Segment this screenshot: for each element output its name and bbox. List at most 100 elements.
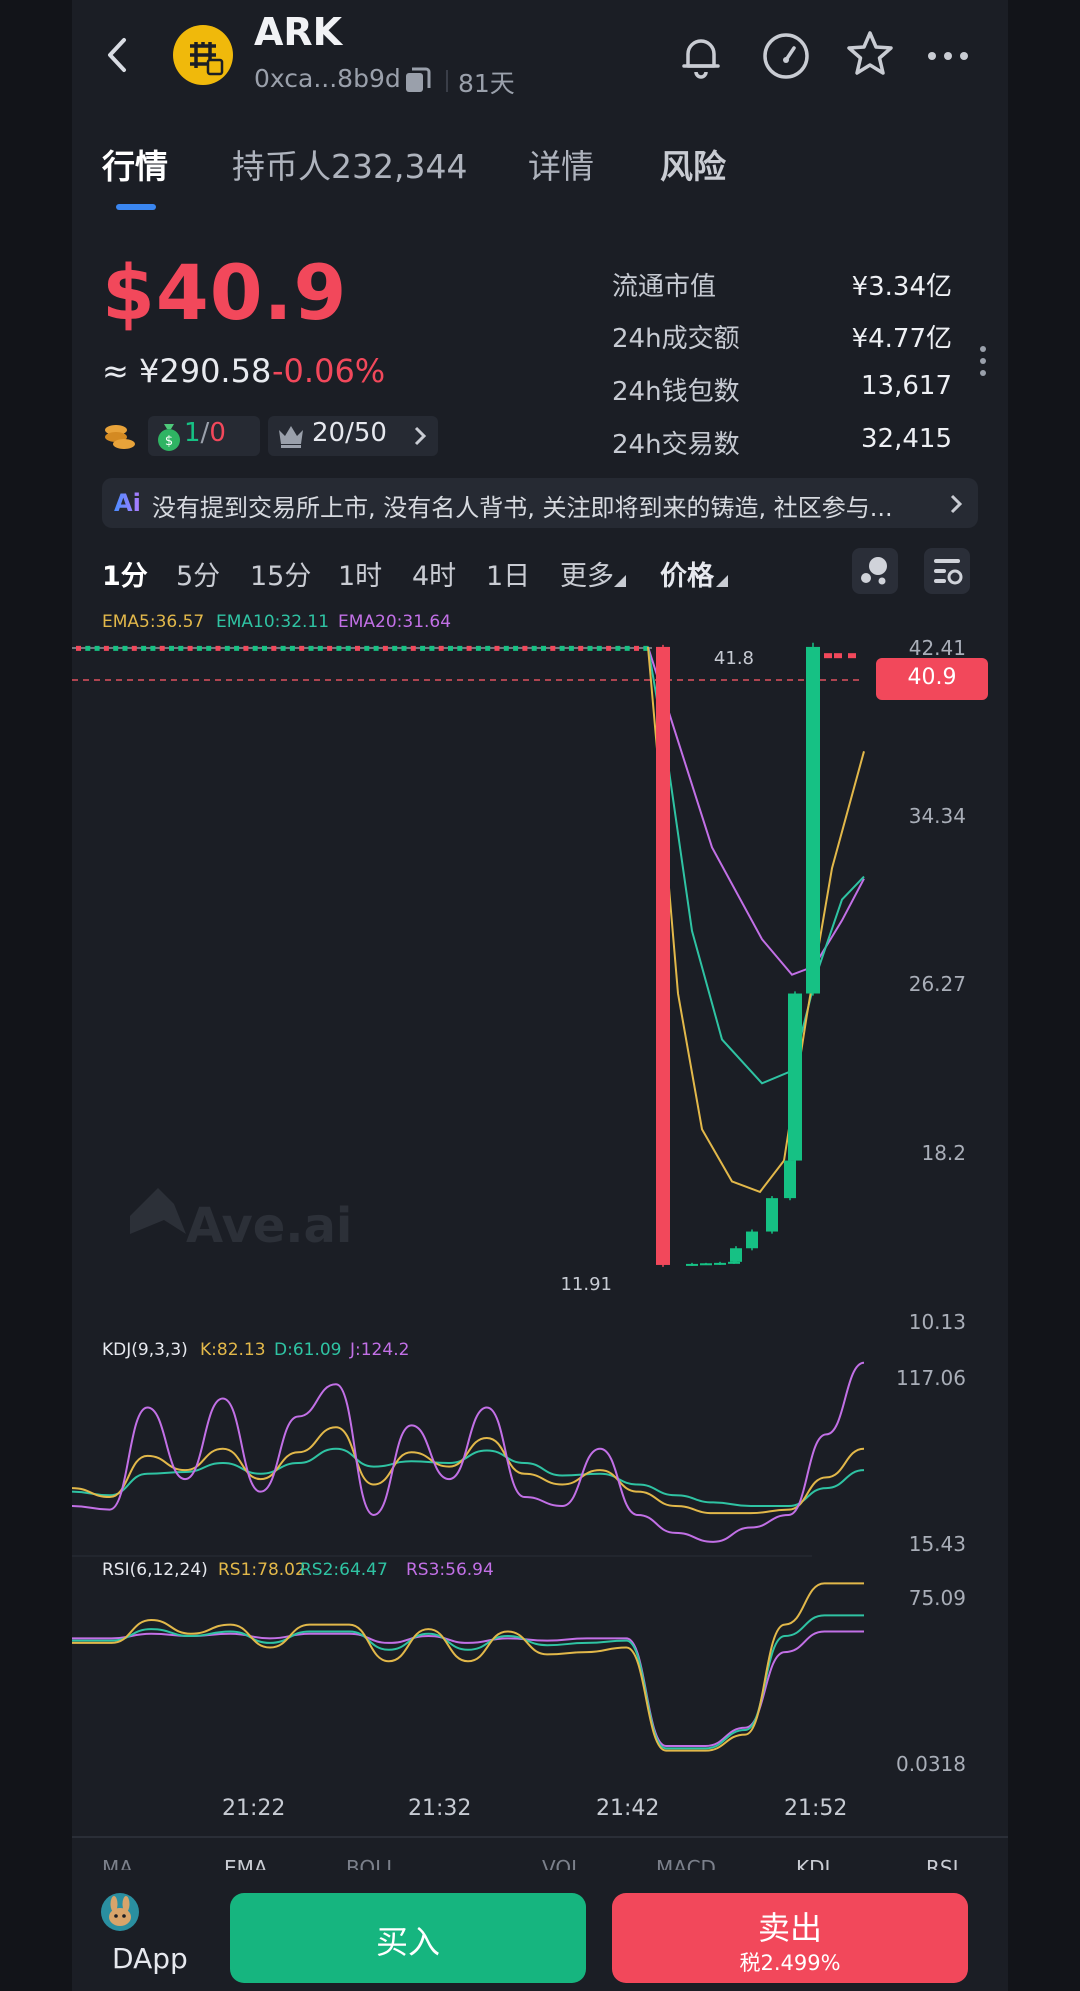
- rsi-rs3-line: [72, 1630, 864, 1748]
- mini-candle: [494, 645, 500, 651]
- mini-candle: [606, 645, 612, 651]
- price-cny: ≈ ¥290.58: [102, 352, 272, 390]
- rsi-chart[interactable]: [72, 1580, 1008, 1780]
- mini-candle: [299, 645, 305, 651]
- mini-candle: [364, 645, 370, 651]
- timeframe-15m[interactable]: 15分: [250, 554, 311, 593]
- buy-button-label: 买入: [375, 1923, 440, 1961]
- mini-candle: [141, 645, 147, 651]
- mini-candle: [429, 645, 435, 651]
- stat-value-volume: ¥4.77亿: [851, 324, 952, 354]
- low-label: 11.91: [560, 1274, 612, 1295]
- axis-price-4: 18.2: [921, 1141, 966, 1165]
- mini-candle: [150, 645, 156, 651]
- separator: [446, 70, 448, 92]
- timeframe-5m[interactable]: 5分: [176, 554, 220, 593]
- ema-lines: [647, 646, 865, 1194]
- mini-candle: [559, 645, 565, 651]
- mini-candle: [457, 645, 463, 651]
- back-button[interactable]: [98, 30, 138, 80]
- timeframe-more[interactable]: 更多: [560, 554, 614, 593]
- price-mode-select[interactable]: 价格: [660, 554, 714, 593]
- sell-button-label: 卖出: [757, 1909, 822, 1947]
- token-age: 81天: [458, 69, 515, 98]
- buy-button[interactable]: 买入: [230, 1893, 586, 1983]
- chart-settings-icon: [934, 559, 963, 585]
- pre-crash-price-series: [72, 645, 652, 651]
- axis-price-3: 26.27: [908, 972, 966, 996]
- dapp-label[interactable]: DApp: [112, 1942, 188, 1975]
- bubbles-icon: [861, 557, 887, 585]
- axis-price-5: 10.13: [908, 1310, 966, 1334]
- mini-candle: [122, 645, 128, 651]
- app-screen: ARK 0xca...8b9d 81天 行情 持币人232,344 详情 风险 …: [72, 0, 1008, 1991]
- bell-button[interactable]: [676, 30, 726, 80]
- mini-candle: [345, 645, 351, 651]
- chevron-right-icon: [412, 424, 428, 452]
- mini-candle: [317, 645, 323, 651]
- candle-body: [728, 1261, 740, 1264]
- tab-holders[interactable]: 持币人232,344: [232, 140, 467, 188]
- more-button[interactable]: [924, 36, 972, 76]
- mini-candle: [531, 645, 537, 651]
- chevron-left-icon: [108, 38, 126, 72]
- mini-candle: [94, 645, 100, 651]
- mini-candle: [373, 645, 379, 651]
- stat-label-volume: 24h成交额: [612, 324, 740, 354]
- gauge-button[interactable]: [760, 30, 812, 82]
- ai-chevron-right-icon: [948, 492, 964, 520]
- mini-candle: [541, 645, 546, 651]
- candle-body: [730, 1248, 742, 1262]
- mini-candle: [308, 645, 314, 651]
- vertical-more-icon[interactable]: [978, 344, 988, 382]
- timeframe-1h[interactable]: 1时: [338, 554, 382, 593]
- mini-candle: [503, 645, 509, 651]
- chart-settings-button[interactable]: [924, 548, 970, 594]
- kdj-legend-j: J:124.2: [350, 1340, 410, 1360]
- indicator-toggle-button[interactable]: [852, 548, 898, 594]
- sell-button[interactable]: 卖出 税2.499%: [612, 1893, 968, 1983]
- mini-candle: [438, 645, 444, 651]
- mini-candle: [206, 645, 212, 651]
- top-holders-value: 20/50: [312, 418, 387, 448]
- mini-candle: [196, 645, 202, 651]
- mini-candle: [596, 645, 602, 651]
- mini-candle: [550, 645, 556, 651]
- svg-text:Ai: Ai: [114, 489, 141, 517]
- mini-candle: [224, 645, 230, 651]
- buy-sell-count: 1/0: [184, 418, 226, 448]
- stat-label-trades: 24h交易数: [612, 430, 740, 460]
- rsi-legend-name: RSI(6,12,24): [102, 1560, 208, 1580]
- stat-value-market-cap: ¥3.34亿: [851, 272, 952, 302]
- stat-label-market-cap: 流通市值: [612, 272, 717, 302]
- candle-body: [784, 1160, 796, 1199]
- moneybag-icon: $: [154, 420, 184, 456]
- timeframe-4h[interactable]: 4时: [412, 554, 456, 593]
- current-price-tag-text: 40.9: [907, 665, 957, 690]
- tab-risk[interactable]: 风险: [660, 140, 726, 188]
- high-label: 41.8: [714, 648, 754, 669]
- candle-body: [656, 646, 670, 1265]
- timeframe-1m[interactable]: 1分: [102, 554, 148, 593]
- svg-text:Ave.ai: Ave.ai: [186, 1198, 352, 1254]
- tab-details[interactable]: 详情: [528, 140, 594, 188]
- kdj-chart[interactable]: [72, 1360, 1008, 1566]
- mini-candle: [103, 645, 109, 651]
- crown-top-icon: [276, 422, 306, 454]
- gauge-icon: [763, 33, 809, 79]
- price-usd: $40.9: [102, 248, 348, 337]
- dapp-icon[interactable]: [100, 1892, 140, 1932]
- ema5-legend: EMA5:36.57: [102, 612, 205, 632]
- mini-candle: [76, 645, 81, 651]
- tab-market[interactable]: 行情: [102, 140, 168, 188]
- stat-label-wallets: 24h钱包数: [612, 377, 740, 407]
- favorite-button[interactable]: [844, 28, 896, 80]
- timeframe-1d[interactable]: 1日: [486, 554, 530, 593]
- candles: [656, 642, 856, 1267]
- coins-icon[interactable]: [102, 418, 140, 454]
- sell-tax-label: 税2.499%: [739, 1951, 841, 1975]
- ema10-legend: EMA10:32.11: [216, 612, 330, 632]
- copy-icon[interactable]: [404, 66, 432, 94]
- candlestick-chart[interactable]: Ave.ai 41.8 11.91: [72, 630, 1008, 1330]
- mini-candle: [466, 645, 472, 651]
